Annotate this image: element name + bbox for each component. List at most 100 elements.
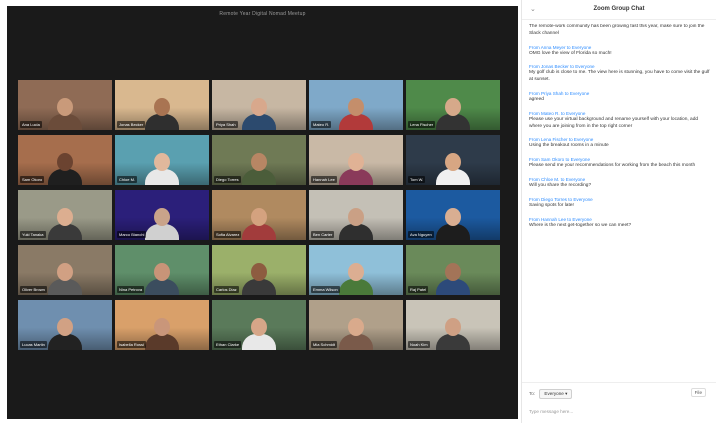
video-tile[interactable]: Carlos Diaz	[212, 245, 306, 295]
participant-figure	[436, 318, 470, 350]
participant-name: Sam Okoro	[20, 176, 45, 183]
participant-figure	[242, 98, 276, 130]
participant-head	[251, 208, 267, 226]
participant-torso	[436, 279, 470, 295]
participant-name: Carlos Diaz	[214, 286, 239, 293]
video-tile[interactable]: Diego Torres	[212, 135, 306, 185]
message-text: Please send me your recommendations for …	[529, 163, 696, 169]
participant-figure	[339, 208, 373, 240]
participant-head	[251, 98, 267, 116]
participant-torso	[436, 334, 470, 350]
message-text: OMG love the view of Florida so much!	[529, 50, 612, 56]
participant-head	[251, 153, 267, 171]
video-tile[interactable]: Hannah Lee	[309, 135, 403, 185]
participant-head	[348, 208, 364, 226]
chat-message: From Hannah Lee to Everyone Where is the …	[529, 217, 710, 230]
video-tile[interactable]: Oliver Brown	[18, 245, 112, 295]
video-tile[interactable]: Sofia Alvarez	[212, 190, 306, 240]
participant-figure	[436, 208, 470, 240]
video-tile[interactable]: Chloe M.	[115, 135, 209, 185]
video-tile[interactable]: Priya Shah	[212, 80, 306, 130]
participant-figure	[242, 263, 276, 295]
video-tile[interactable]: Mia Schmidt	[309, 300, 403, 350]
video-tile[interactable]: Noah Kim	[406, 300, 500, 350]
chat-message: From Priya Shah to Everyone agreed	[529, 91, 710, 104]
participant-name: Diego Torres	[214, 176, 241, 183]
participant-name: Lena Fischer	[408, 121, 436, 128]
file-button[interactable]: File	[690, 388, 706, 397]
participant-name: Nina Petrova	[117, 286, 145, 293]
video-tile[interactable]: Marco Bianchi	[115, 190, 209, 240]
participant-name: Mia Schmidt	[311, 341, 338, 348]
participant-torso	[48, 114, 82, 130]
video-tile[interactable]: Lena Fischer	[406, 80, 500, 130]
participant-torso	[48, 224, 82, 240]
video-tile[interactable]: Lucas Martin	[18, 300, 112, 350]
participant-head	[445, 98, 461, 116]
participant-torso	[242, 279, 276, 295]
participant-name: Chloe M.	[117, 176, 138, 183]
video-tile[interactable]: Ethan Clarke	[212, 300, 306, 350]
video-tile[interactable]: Jonas Becker	[115, 80, 209, 130]
participant-figure	[242, 153, 276, 185]
message-text: The remote-work community has been growi…	[529, 24, 705, 36]
participant-figure	[339, 153, 373, 185]
chat-message: From Sam Okoro to Everyone Please send me…	[529, 157, 710, 170]
participant-torso	[48, 279, 82, 295]
participant-head	[154, 153, 170, 171]
participant-figure	[145, 208, 179, 240]
participant-torso	[339, 114, 373, 130]
message-text: Using the breakout rooms in a minute	[529, 143, 609, 149]
chat-header: ⌄ Zoom Group Chat	[522, 0, 716, 20]
chat-message: From Lena Fischer to Everyone Using the b…	[529, 137, 710, 150]
participant-name: Emma Wilson	[311, 286, 340, 293]
video-tile[interactable]: Ava Nguyen	[406, 190, 500, 240]
chat-message: From Jonas Becker to Everyone My golf clu…	[529, 64, 710, 84]
participant-name: Lucas Martin	[20, 341, 47, 348]
participant-head	[154, 263, 170, 281]
participant-head	[445, 263, 461, 281]
message-input[interactable]	[529, 403, 708, 419]
participant-figure	[48, 318, 82, 350]
participant-head	[348, 263, 364, 281]
participant-head	[251, 263, 267, 281]
message-text: Saving spots for later	[529, 202, 575, 208]
participant-figure	[242, 318, 276, 350]
participant-figure	[436, 263, 470, 295]
chat-message: From Mateo R. to Everyone Please use your…	[529, 111, 710, 131]
participant-figure	[339, 263, 373, 295]
participant-figure	[339, 318, 373, 350]
message-text: My golf club is close to me. The view he…	[529, 70, 710, 83]
participant-name: Mateo R.	[311, 121, 332, 128]
video-tile[interactable]: Yuki Tanaka	[18, 190, 112, 240]
recipient-value: Everyone	[544, 391, 564, 396]
participant-figure	[145, 263, 179, 295]
participant-head	[57, 208, 73, 226]
participant-name: Isabella Rossi	[117, 341, 146, 348]
chat-message: From Chloe M. to Everyone Will you share …	[529, 177, 710, 190]
chat-message: From Anna Meyer to Everyone OMG love the …	[529, 45, 710, 58]
recipient-dropdown[interactable]: Everyone ▾	[539, 389, 573, 399]
participant-torso	[339, 279, 373, 295]
participant-torso	[145, 279, 179, 295]
video-grid: Ana Lucia Jonas Becker Priya Shah Mateo R. L…	[18, 80, 500, 350]
participant-figure	[436, 153, 470, 185]
participant-head	[154, 208, 170, 226]
participant-head	[57, 153, 73, 171]
video-tile[interactable]: Ben Carter	[309, 190, 403, 240]
video-tile[interactable]: Emma Wilson	[309, 245, 403, 295]
video-tile[interactable]: Sam Okoro	[18, 135, 112, 185]
video-tile[interactable]: Tom W.	[406, 135, 500, 185]
video-tile[interactable]: Raj Patel	[406, 245, 500, 295]
video-tile[interactable]: Nina Petrova	[115, 245, 209, 295]
video-tile[interactable]: Mateo R.	[309, 80, 403, 130]
participant-torso	[145, 224, 179, 240]
participant-figure	[48, 153, 82, 185]
participant-torso	[242, 334, 276, 350]
video-tile[interactable]: Isabella Rossi	[115, 300, 209, 350]
participant-head	[57, 318, 73, 336]
participant-name: Marco Bianchi	[117, 231, 147, 238]
message-text: Please use your virtual background and r…	[529, 116, 699, 129]
participant-figure	[48, 208, 82, 240]
video-tile[interactable]: Ana Lucia	[18, 80, 112, 130]
